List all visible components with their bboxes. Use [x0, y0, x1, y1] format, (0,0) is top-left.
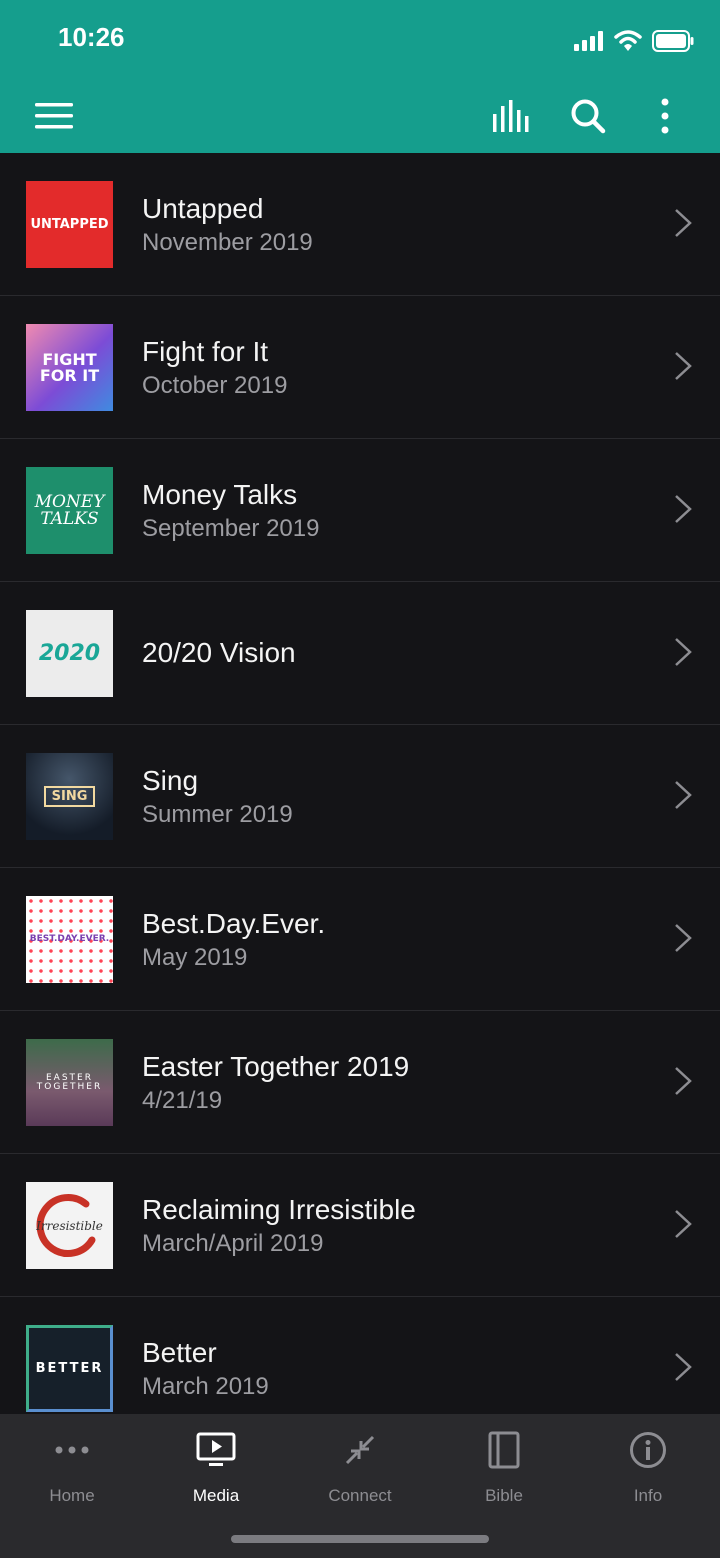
series-date: March/April 2019: [142, 1230, 324, 1257]
tab-home[interactable]: Home: [0, 1428, 144, 1518]
series-date: September 2019: [142, 515, 320, 542]
battery-icon: [652, 30, 694, 52]
chevron-right-icon: [675, 209, 692, 237]
list-item[interactable]: UNTAPPED Untapped November 2019: [0, 153, 720, 296]
tab-label: Home: [49, 1486, 95, 1505]
series-date: May 2019: [142, 944, 248, 971]
media-play-icon: [196, 1432, 236, 1466]
tab-bible[interactable]: Bible: [432, 1428, 576, 1518]
series-thumbnail: MONEY TALKS: [26, 467, 113, 554]
list-item[interactable]: BEST.DAY.EVER. Best.Day.Ever. May 2019: [0, 868, 720, 1011]
series-title: Sing: [142, 765, 199, 796]
series-thumbnail: BEST.DAY.EVER.: [26, 896, 113, 983]
series-thumbnail: Irresistible: [26, 1182, 113, 1269]
list-item[interactable]: EASTER TOGETHER Easter Together 2019 4/2…: [0, 1011, 720, 1154]
top-app-bar: 10:26: [0, 0, 720, 153]
series-title: Fight for It: [142, 336, 269, 367]
search-icon: [571, 99, 606, 134]
series-title: Money Talks: [142, 479, 298, 510]
chevron-right-icon: [675, 352, 692, 380]
chevron-right-icon: [675, 495, 692, 523]
series-thumbnail: FIGHT FOR IT: [26, 324, 113, 411]
tab-media[interactable]: Media: [144, 1428, 288, 1518]
chevron-right-icon: [675, 1353, 692, 1381]
series-title: Easter Together 2019: [142, 1051, 410, 1082]
tab-connect[interactable]: Connect: [288, 1428, 432, 1518]
series-date: 4/21/19: [142, 1087, 223, 1114]
series-title: Better: [142, 1337, 217, 1368]
more-vertical-icon: [661, 98, 669, 134]
home-indicator[interactable]: [231, 1535, 489, 1543]
series-title: Best.Day.Ever.: [142, 908, 326, 939]
menu-button[interactable]: [31, 92, 79, 140]
series-title: 20/20 Vision: [142, 637, 296, 668]
status-time: 10:26: [58, 22, 125, 52]
series-thumbnail: SING: [26, 753, 113, 840]
series-title: Reclaiming Irresistible: [142, 1194, 416, 1225]
ellipsis-icon: [55, 1446, 89, 1454]
audio-button[interactable]: [488, 92, 536, 140]
series-list: UNTAPPED Untapped November 2019 FIGHT FO…: [0, 153, 720, 1440]
chevron-right-icon: [675, 1067, 692, 1095]
connect-arrows-icon: [345, 1435, 375, 1465]
series-thumbnail: BETTER: [26, 1325, 113, 1412]
info-icon: [630, 1432, 666, 1468]
search-button[interactable]: [564, 92, 612, 140]
chevron-right-icon: [675, 781, 692, 809]
hamburger-menu-icon: [35, 103, 73, 129]
series-thumbnail: 2020: [26, 610, 113, 697]
series-title: Untapped: [142, 193, 264, 224]
list-item[interactable]: Irresistible Reclaiming Irresistible Mar…: [0, 1154, 720, 1297]
series-thumbnail: UNTAPPED: [26, 181, 113, 268]
list-item[interactable]: SING Sing Summer 2019: [0, 725, 720, 868]
chevron-right-icon: [675, 1210, 692, 1238]
series-thumbnail: EASTER TOGETHER: [26, 1039, 113, 1126]
chevron-right-icon: [675, 638, 692, 666]
tab-label: Bible: [485, 1486, 523, 1505]
status-icons: [574, 28, 694, 54]
tab-label: Media: [192, 1486, 240, 1505]
series-date: March 2019: [142, 1373, 269, 1400]
more-options-button[interactable]: [641, 92, 689, 140]
signal-icon: [574, 31, 603, 51]
tab-label: Connect: [328, 1486, 392, 1505]
audio-bars-icon: [493, 100, 529, 132]
series-date: Summer 2019: [142, 801, 293, 828]
tab-label: Info: [633, 1486, 663, 1505]
list-item[interactable]: 2020 20/20 Vision: [0, 582, 720, 725]
chevron-right-icon: [675, 924, 692, 952]
list-item[interactable]: MONEY TALKS Money Talks September 2019: [0, 439, 720, 582]
bible-book-icon: [488, 1431, 520, 1469]
list-item[interactable]: FIGHT FOR IT Fight for It October 2019: [0, 296, 720, 439]
wifi-icon: [614, 30, 642, 51]
tab-info[interactable]: Info: [576, 1428, 720, 1518]
series-date: October 2019: [142, 372, 288, 399]
series-date: November 2019: [142, 229, 313, 256]
